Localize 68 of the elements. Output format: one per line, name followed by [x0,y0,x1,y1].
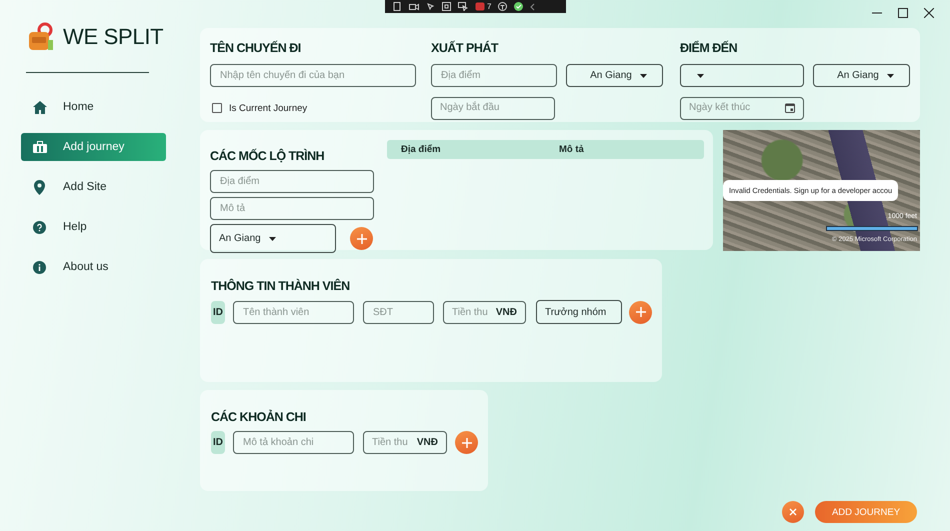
close-window-button[interactable] [924,8,934,18]
province-dropdown[interactable]: An Giang [210,224,336,253]
home-icon [32,100,46,114]
description-field[interactable]: Mô tả [210,197,374,220]
nav-item[interactable]: Home [21,93,166,121]
destination-dropdown[interactable] [680,64,804,88]
section-heading: THÔNG TIN THÀNH VIÊN [211,279,351,293]
amount-field[interactable]: Tiền thu [372,432,413,453]
select-icon [458,2,468,11]
checkbox[interactable] [212,103,222,114]
location-pin-icon [34,180,45,194]
nav-item[interactable]: Add journey [21,133,166,161]
role-dropdown[interactable]: Trưởng nhóm [536,300,622,324]
close-button[interactable] [782,501,804,523]
id-label: ID [211,431,225,454]
help-icon [33,220,46,234]
nav-item[interactable]: Add Site [21,173,166,201]
caret-icon [640,74,647,78]
plus-icon [356,232,368,244]
chevron-icon [530,2,536,10]
minimize-icon [872,12,882,14]
column-header: Mô tả [559,144,585,155]
id-label: ID [211,300,225,324]
plus-icon [634,306,646,318]
checkbox-label: Is Current Journey [229,102,308,114]
section-heading: ĐIỂM ĐẾN [680,41,738,56]
briefcase-icon [32,141,46,153]
currency-label: VNĐ [416,437,438,448]
check-icon [514,2,524,11]
add-button[interactable] [350,227,373,250]
currency-label: VNĐ [496,306,517,318]
app-title: WE SPLIT [63,24,164,50]
caret-icon [697,74,704,78]
amount-field[interactable]: Tiền thu VNĐ [443,300,526,324]
square-icon [442,2,451,11]
camera-icon [409,2,419,10]
maximize-icon [898,8,908,18]
minimize-button[interactable] [872,12,882,14]
section-heading: TÊN CHUYẾN ĐI [210,41,302,56]
amount-field[interactable]: Tiền thu [452,302,492,322]
caret-icon [268,236,276,240]
add-button[interactable] [629,300,652,324]
province-dropdown[interactable]: An Giang [566,64,663,88]
caret-icon [886,74,894,78]
calendar-icon [785,103,795,114]
place-field[interactable]: Địa điểm [210,170,374,193]
plus-icon [460,436,472,448]
section-heading: CÁC MỐC LỘ TRÌNH [210,149,326,163]
maximize-button[interactable] [898,8,908,18]
close-icon [924,8,934,18]
section-heading: CÁC KHOẢN CHI [211,410,307,424]
section-heading: XUẤT PHÁT [431,41,500,56]
add-button[interactable] [455,431,478,454]
nav-item[interactable]: About us [21,253,166,281]
phone-field[interactable]: SĐT [363,300,434,324]
departure-place-field[interactable]: Địa điểm [431,64,557,88]
expense-description-field[interactable]: Mô tả khoản chi [233,431,354,454]
member-name-field[interactable]: Tên thành viên [233,300,354,324]
backpack-icon [27,22,55,52]
journey-name-field[interactable]: Nhập tên chuyến đi của bạn [210,64,416,88]
nav-item[interactable]: Help [21,213,166,241]
info-icon [33,260,46,274]
close-icon [789,508,797,516]
counter: 7 [487,2,492,11]
column-header: Địa điểm [401,144,442,155]
amount-field[interactable]: Tiền thu VNĐ [363,431,447,454]
province-dropdown[interactable]: An Giang [813,64,910,88]
cursor-icon [426,2,435,11]
